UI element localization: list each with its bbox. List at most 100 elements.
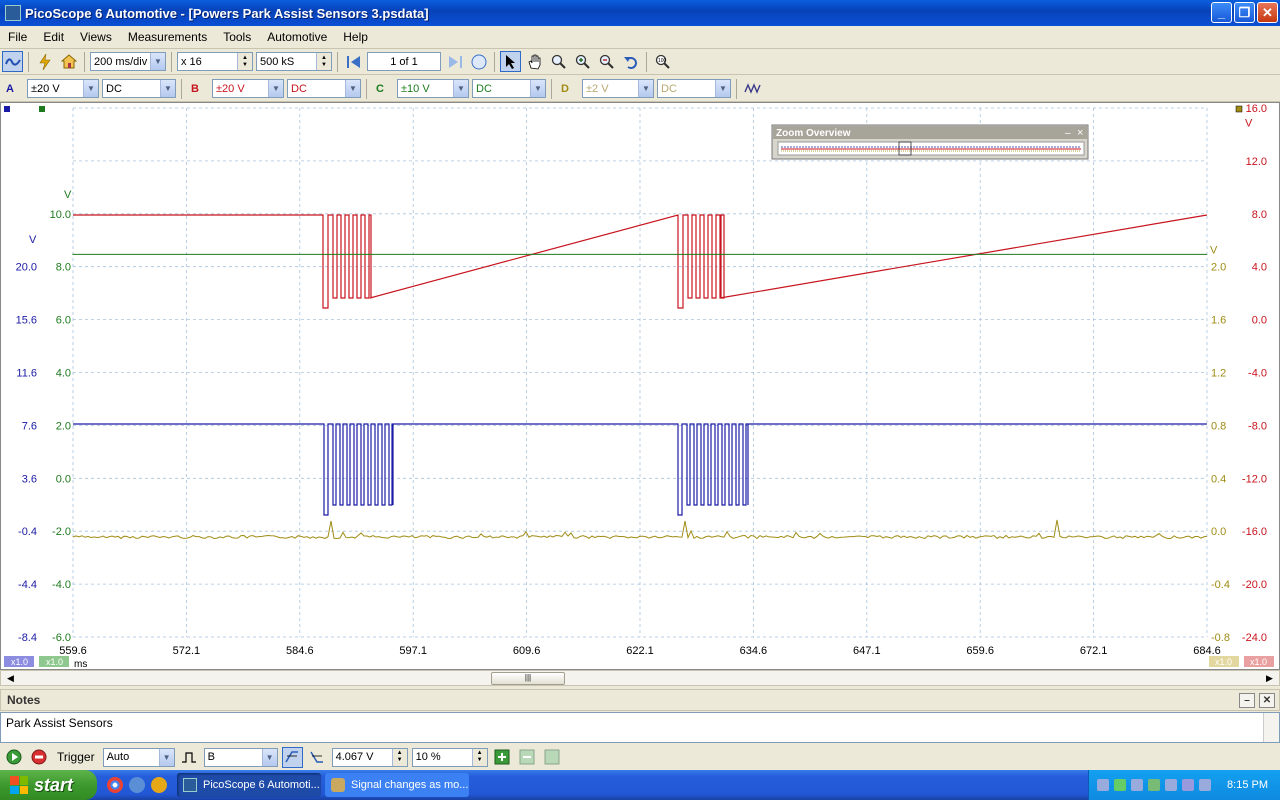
signal-icon[interactable] bbox=[1114, 779, 1126, 791]
channel-c-label[interactable]: C bbox=[372, 83, 394, 95]
chevron-down-icon: ▼ bbox=[638, 80, 653, 97]
x-tick-label: 597.1 bbox=[399, 645, 427, 657]
home-icon[interactable] bbox=[58, 51, 79, 72]
zoom-overview-panel[interactable]: Zoom Overview – × bbox=[771, 124, 1089, 160]
rising-edge-icon[interactable] bbox=[281, 746, 303, 768]
media-player-icon[interactable] bbox=[151, 777, 167, 793]
channel-d-tick: 2.0 bbox=[1211, 262, 1226, 274]
zoom-overview-minimize[interactable]: – bbox=[1065, 128, 1071, 139]
chevron-down-icon: ▼ bbox=[268, 80, 283, 97]
notes-minimize-button[interactable]: – bbox=[1239, 693, 1255, 708]
math-channels-icon[interactable] bbox=[742, 78, 763, 99]
trigger-channel-select[interactable]: B ▼ bbox=[203, 747, 278, 767]
channel-b-range-select[interactable]: ±20 V ▼ bbox=[212, 79, 284, 98]
x-tick-label: 672.1 bbox=[1080, 645, 1108, 657]
scroll-left-icon[interactable]: ◀ bbox=[3, 671, 18, 685]
undo-zoom-icon[interactable] bbox=[620, 51, 641, 72]
channel-a-label[interactable]: A bbox=[2, 83, 24, 95]
tray-icon[interactable] bbox=[1131, 779, 1143, 791]
channel-b-tick: -16.0 bbox=[1242, 526, 1267, 538]
remove-ruler-icon[interactable] bbox=[517, 747, 538, 768]
zoom-tool-icon[interactable] bbox=[548, 51, 569, 72]
notes-scrollbar[interactable] bbox=[1263, 713, 1279, 742]
trigger-level-stepper[interactable]: 4.067 V ▲ ▼ bbox=[331, 747, 408, 767]
channel-d-range-select[interactable]: ±2 V ▼ bbox=[582, 79, 654, 98]
start-capture-icon[interactable] bbox=[3, 747, 24, 768]
toolbar-separator bbox=[646, 51, 647, 72]
oscilloscope-graph[interactable]: 559.6 572.1 584.6 597.1 609.6 622.1 634.6 647.1… bbox=[1, 103, 1279, 670]
hand-tool-icon[interactable] bbox=[524, 51, 545, 72]
browser-tab-icon bbox=[331, 778, 345, 792]
channel-b-coupling-select[interactable]: DC ▼ bbox=[287, 79, 361, 98]
channel-d-tick: 1.2 bbox=[1211, 368, 1226, 380]
browser-icon[interactable] bbox=[129, 777, 145, 793]
buffer-navigator-icon[interactable] bbox=[468, 51, 489, 72]
last-buffer-icon[interactable] bbox=[444, 51, 465, 72]
add-ruler-icon[interactable] bbox=[492, 747, 513, 768]
taskbar-item-browser[interactable]: Signal changes as mo... bbox=[325, 773, 469, 797]
channel-c-coupling: DC bbox=[476, 82, 492, 95]
trigger-mode-select[interactable]: Auto ▼ bbox=[102, 747, 175, 767]
buffer-page-field[interactable]: 1 of 1 bbox=[367, 52, 441, 71]
notes-textarea[interactable]: Park Assist Sensors bbox=[0, 712, 1280, 743]
network-icon[interactable] bbox=[1097, 779, 1109, 791]
channel-d-tick: -0.8 bbox=[1211, 632, 1230, 644]
stop-capture-icon[interactable] bbox=[28, 747, 49, 768]
battery-icon[interactable] bbox=[1182, 779, 1194, 791]
channel-a-coupling-select[interactable]: DC ▼ bbox=[102, 79, 176, 98]
spin-arrows-icon: ▲ ▼ bbox=[316, 53, 331, 70]
channel-d-coupling-select[interactable]: DC ▼ bbox=[657, 79, 731, 98]
menu-automotive[interactable]: Automotive bbox=[259, 30, 335, 44]
start-button[interactable]: start bbox=[0, 770, 97, 800]
volume-icon[interactable] bbox=[1199, 779, 1211, 791]
zoom-factor-stepper[interactable]: x 16 ▲ ▼ bbox=[177, 52, 253, 71]
zoom-in-icon[interactable] bbox=[572, 51, 593, 72]
channel-a-marker bbox=[4, 106, 10, 112]
taskbar-item-picoscope[interactable]: PicoScope 6 Automoti... bbox=[177, 773, 321, 797]
axis-labels: 559.6 572.1 584.6 597.1 609.6 622.1 634.6 647.1… bbox=[16, 103, 1267, 657]
scope-mode-icon[interactable] bbox=[2, 51, 23, 72]
tray-icon[interactable] bbox=[1148, 779, 1160, 791]
svg-text:100: 100 bbox=[658, 58, 667, 64]
advanced-trigger-icon[interactable] bbox=[179, 747, 200, 768]
notes-title: Notes bbox=[7, 693, 41, 707]
channel-b-label[interactable]: B bbox=[187, 83, 209, 95]
timebase-select[interactable]: 200 ms/div ▼ bbox=[90, 52, 166, 71]
restore-button[interactable]: ❐ bbox=[1234, 2, 1255, 23]
horizontal-scrollbar[interactable]: ◀ ||| ▶ bbox=[0, 670, 1280, 686]
ruler-settings-icon[interactable] bbox=[542, 747, 563, 768]
menu-views[interactable]: Views bbox=[72, 30, 120, 44]
channel-c-range-select[interactable]: ±10 V ▼ bbox=[397, 79, 469, 98]
toolbar-separator bbox=[28, 51, 29, 72]
menu-file[interactable]: File bbox=[0, 30, 35, 44]
zoom-out-icon[interactable] bbox=[596, 51, 617, 72]
menu-measurements[interactable]: Measurements bbox=[120, 30, 215, 44]
channel-c-coupling-select[interactable]: DC ▼ bbox=[472, 79, 546, 98]
menu-tools[interactable]: Tools bbox=[215, 30, 259, 44]
menu-help[interactable]: Help bbox=[335, 30, 376, 44]
scrollbar-thumb[interactable]: ||| bbox=[491, 672, 565, 685]
scroll-right-icon[interactable]: ▶ bbox=[1262, 671, 1277, 685]
minimize-button[interactable]: _ bbox=[1211, 2, 1232, 23]
channel-a-range-select[interactable]: ±20 V ▼ bbox=[27, 79, 99, 98]
chrome-icon[interactable] bbox=[107, 777, 123, 793]
pretrigger-stepper[interactable]: 10 % ▲ ▼ bbox=[411, 747, 488, 767]
first-buffer-icon[interactable] bbox=[343, 51, 364, 72]
close-button[interactable]: ✕ bbox=[1257, 2, 1278, 23]
scope-view[interactable]: 559.6 572.1 584.6 597.1 609.6 622.1 634.6 647.1… bbox=[0, 102, 1280, 670]
samples-stepper[interactable]: 500 kS ▲ ▼ bbox=[256, 52, 332, 71]
falling-edge-icon[interactable] bbox=[307, 747, 328, 768]
channel-a-tick: 7.6 bbox=[22, 420, 37, 432]
auto-setup-icon[interactable] bbox=[34, 51, 55, 72]
pointer-tool-icon[interactable] bbox=[500, 51, 521, 72]
channel-c-tick: 10.0 bbox=[50, 209, 71, 221]
menu-edit[interactable]: Edit bbox=[35, 30, 72, 44]
channel-b-tick: 8.0 bbox=[1252, 209, 1267, 221]
system-tray: 8:15 PM bbox=[1088, 770, 1280, 800]
zoom-overview-icon[interactable]: 100 bbox=[652, 51, 673, 72]
channel-d-label[interactable]: D bbox=[557, 83, 579, 95]
tray-icon[interactable] bbox=[1165, 779, 1177, 791]
channel-toolbar: A ±20 V ▼ DC ▼ B ±20 V ▼ DC ▼ C ±10 V ▼ … bbox=[0, 76, 1280, 102]
notes-close-button[interactable]: ✕ bbox=[1259, 693, 1275, 708]
zoom-overview-close[interactable]: × bbox=[1077, 127, 1083, 139]
